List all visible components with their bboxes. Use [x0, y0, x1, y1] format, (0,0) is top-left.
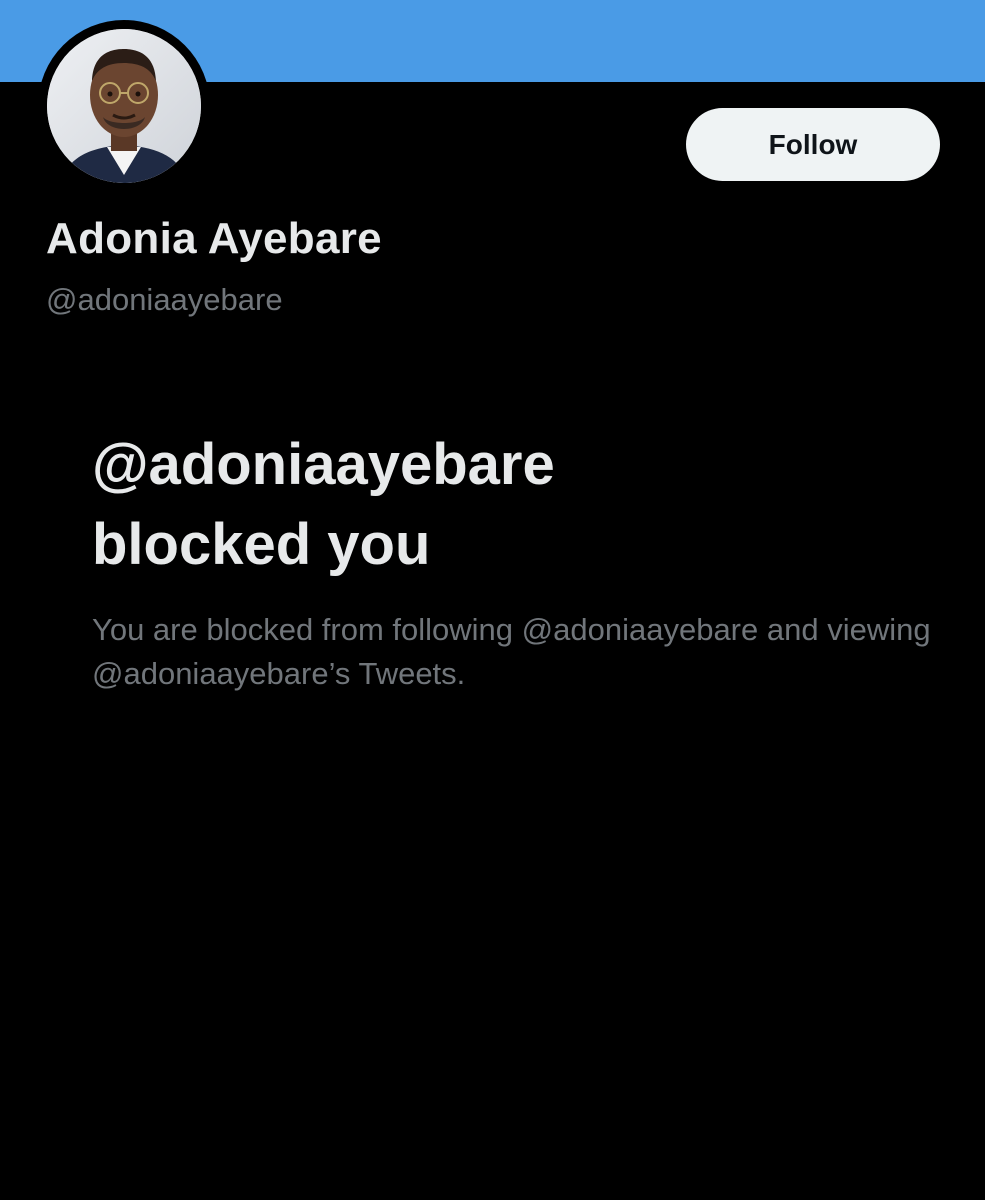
blocked-title-text: blocked you: [92, 512, 431, 577]
avatar[interactable]: [38, 20, 210, 192]
profile-page: Follow Adonia Ayebare @adoniaayebare @ad…: [0, 0, 985, 1200]
profile-photo-icon: [47, 29, 201, 183]
blocked-title: @adoniaayebare blocked you: [92, 425, 912, 585]
blocked-description: You are blocked from following @adoniaay…: [92, 612, 931, 691]
user-handle: @adoniaayebare: [46, 282, 283, 317]
follow-button[interactable]: Follow: [686, 108, 940, 181]
blocked-title-handle: @adoniaayebare: [92, 432, 555, 497]
display-name: Adonia Ayebare: [46, 214, 382, 263]
